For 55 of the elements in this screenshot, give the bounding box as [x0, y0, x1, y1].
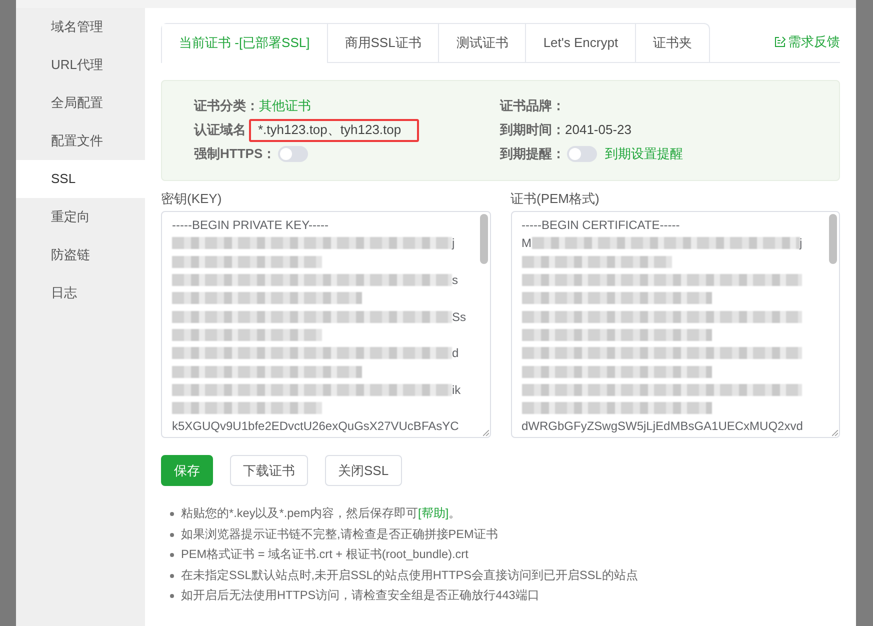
info-label: 认证域名: [194, 121, 246, 140]
field-label: 密钥(KEY): [161, 191, 223, 207]
sidebar-item[interactable]: 重定向: [16, 198, 145, 236]
field-label: 证书(PEM格式): [510, 191, 600, 207]
edit-icon: [774, 36, 786, 48]
toggle-switch[interactable]: [567, 146, 597, 162]
note-text: 粘贴您的*.key以及*.pem内容，然后保存即可[帮助]。: [181, 505, 461, 522]
sidebar-item[interactable]: URL代理: [16, 46, 145, 84]
sidebar-item[interactable]: 全局配置: [16, 84, 145, 122]
info-label: 到期提醒：: [500, 145, 565, 164]
bullet-icon: [170, 594, 174, 598]
info-value: 2041-05-23: [565, 121, 632, 140]
note-text: 如开启后无法使用HTTPS访问，请检查安全组是否正确放行443端口: [181, 587, 540, 604]
scrollbar[interactable]: [480, 214, 488, 264]
note-text: 如果浏览器提示证书链不完整,请检查是否正确拼接PEM证书: [181, 526, 498, 543]
tab[interactable]: Let's Encrypt: [525, 24, 636, 63]
sidebar-item[interactable]: 防盗链: [16, 236, 145, 274]
code-line: -----BEGIN CERTIFICATE-----: [522, 217, 681, 234]
info-label: 证书品牌：: [500, 97, 565, 116]
tab[interactable]: 商用SSL证书: [326, 24, 438, 63]
sidebar-item[interactable]: 域名管理: [16, 8, 145, 46]
sidebar-item[interactable]: 配置文件: [16, 122, 145, 160]
bullet-icon: [170, 574, 174, 578]
text-fragment: s: [452, 272, 458, 290]
certificate-textarea[interactable]: -----BEGIN CERTIFICATE----- M j dWRGbGFyZSwgSW5jLjEdMBsGA1UECxMUQ2xvd: [510, 211, 840, 438]
note-text: PEM格式证书 = 域名证书.crt + 根证书(root_bundle).crt: [181, 546, 468, 564]
tab[interactable]: 测试证书: [438, 24, 526, 63]
tab[interactable]: 证书夹: [635, 24, 710, 63]
bullet-icon: [170, 553, 174, 558]
text-fragment: j: [800, 235, 802, 252]
info-label: 强制HTTPS：: [194, 145, 276, 164]
text-fragment: j: [452, 235, 455, 252]
bullet-icon: [170, 512, 174, 516]
text-fragment: M: [522, 235, 532, 252]
info-label: 证书分类：: [194, 97, 259, 116]
info-value: *.tyh123.top、tyh123.top: [249, 118, 420, 142]
resize-grip-icon[interactable]: [832, 430, 838, 436]
code-line: k5XGUQv9U1bfe2EDvctU26exQuGsX27VUcBFAsYC: [172, 418, 460, 436]
sidebar-item[interactable]: 日志: [16, 274, 145, 312]
scrollbar[interactable]: [829, 214, 837, 264]
info-value: 其他证书: [259, 97, 311, 116]
toggle-switch[interactable]: [278, 146, 308, 162]
code-line: -----BEGIN PRIVATE KEY-----: [172, 217, 330, 234]
resize-grip-icon[interactable]: [482, 430, 488, 436]
key-textarea[interactable]: -----BEGIN PRIVATE KEY----- j s Ss d ik k5XGUQv9U1bfe2EDvctU26exQuGsX27VUcBFAsYC: [161, 211, 490, 438]
info-label: 到期时间：: [500, 121, 565, 140]
note-text: 在未指定SSL默认站点时,未开启SSL的站点使用HTTPS会直接访问到已开启SSL的站点: [181, 566, 638, 584]
action-button[interactable]: 下载证书: [230, 455, 308, 486]
sidebar-item[interactable]: SSL: [16, 160, 145, 198]
text-fragment: ik: [452, 382, 461, 399]
text-fragment: Ss: [452, 308, 466, 326]
action-button[interactable]: 关闭SSL: [325, 455, 402, 486]
bullet-icon: [170, 532, 174, 537]
text-fragment: d: [452, 345, 459, 362]
code-line: dWRGbGFyZSwgSW5jLjEdMBsGA1UECxMUQ2xvd: [522, 418, 804, 436]
